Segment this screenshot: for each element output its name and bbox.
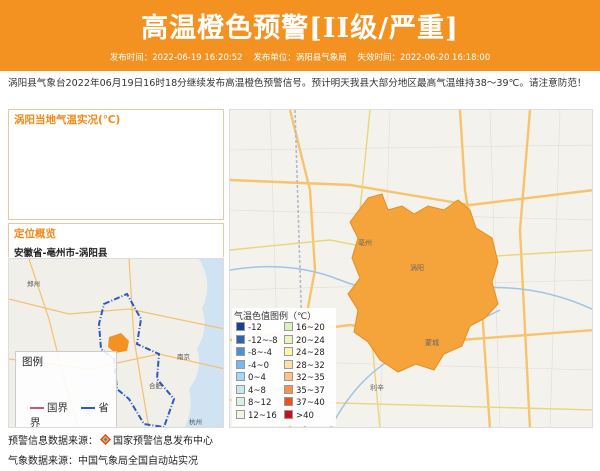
- temp-legend-label: -12~-8: [248, 335, 278, 346]
- temp-legend-item: -12~-8: [236, 334, 278, 347]
- temp-legend-swatch: [284, 384, 293, 394]
- temp-legend-label: >40: [296, 410, 314, 421]
- warning-description: 涡阳县气象台2022年06月19日16时18分继续发布高温橙色预警信号。预计明天…: [8, 78, 587, 89]
- mini-map-label-nanjing: 南京: [177, 352, 191, 361]
- temp-legend-item: -12: [236, 322, 262, 334]
- temp-legend-item: 20~24: [284, 334, 325, 347]
- warning-source: 预警信息数据来源： 国家预警信息发布中心: [8, 432, 213, 447]
- legend-items: 国界 省界: [30, 400, 116, 428]
- warning-header: 高温橙色预警[II级/严重] 发布时间：2022-06-19 16:20:52 …: [0, 0, 600, 71]
- temp-legend-swatch: [284, 347, 293, 356]
- weather-data-source: 气象数据来源：中国气象局全国自动站实况: [8, 456, 198, 467]
- warning-center-logo-icon: [100, 434, 111, 445]
- location-path: 安徽省-亳州市-涡阳县: [14, 248, 108, 259]
- temp-legend-label: -8~-4: [248, 348, 273, 358]
- temp-legend-label: 24~28: [296, 348, 325, 358]
- publish-time: 发布时间：2022-06-19 16:20:52: [109, 53, 243, 63]
- warning-title: 高温橙色预警[II级/严重]: [141, 13, 459, 44]
- temp-legend-item: -4~0: [236, 359, 270, 372]
- temp-legend-swatch: [236, 334, 245, 344]
- national-border-swatch: [30, 407, 44, 409]
- warning-meta: 发布时间：2022-06-19 16:20:52 发布单位：涡阳县气象局 失效时…: [0, 51, 600, 63]
- overview-mini-map[interactable]: 郑州 合肥 杭州 南京 图例 国界 省界: [8, 258, 224, 428]
- temp-legend-item: 35~37: [284, 384, 325, 397]
- temp-legend-label: -12: [248, 323, 262, 333]
- temp-legend-label: 12~16: [248, 410, 277, 421]
- temp-legend-swatch: [236, 384, 245, 394]
- location-panel: 定位概览 安徽省-亳州市-涡阳县: [8, 223, 224, 259]
- temp-legend-item: 8~12: [236, 397, 271, 409]
- temp-legend-swatch: [236, 322, 245, 331]
- temp-legend-swatch: [284, 397, 293, 406]
- mini-map-legend: 图例 国界 省界: [15, 351, 117, 428]
- temp-legend-swatch: [236, 372, 245, 381]
- main-map-label-woyang: 涡阳: [410, 263, 424, 272]
- temp-legend-swatch: [284, 334, 293, 344]
- location-panel-title: 定位概览: [14, 228, 56, 240]
- temp-legend-swatch: [236, 397, 245, 406]
- main-map-label-bozhou: 亳州: [358, 238, 372, 247]
- temp-legend-label: 16~20: [296, 323, 325, 333]
- temp-legend-item: 12~16: [236, 409, 277, 422]
- temp-legend-swatch: [284, 372, 293, 381]
- temp-legend-item: 0~4: [236, 372, 266, 384]
- temp-legend-swatch: [284, 322, 293, 331]
- temp-legend-swatch: [284, 359, 293, 369]
- national-border-label: 国界: [47, 402, 68, 414]
- main-map-label-mengcheng: 蒙城: [425, 338, 439, 347]
- temp-legend-item: 32~35: [284, 372, 325, 384]
- temp-legend-swatch: [236, 359, 245, 369]
- temp-legend-label: -4~0: [248, 360, 270, 371]
- temp-legend-item: >40: [284, 409, 314, 422]
- temp-legend-swatch: [284, 409, 293, 419]
- temp-legend-swatch: [236, 347, 245, 356]
- main-map-label-lixin: 利辛: [370, 383, 384, 392]
- warning-source-label: 预警信息数据来源：: [8, 436, 98, 447]
- temp-legend-label: 37~40: [296, 398, 325, 408]
- provincial-border-label: 省界: [30, 402, 109, 428]
- temp-legend-label: 4~8: [248, 385, 266, 396]
- mini-map-label-hangzhou: 杭州: [189, 417, 202, 426]
- temperature-panel: 涡阳当地气温实况(℃): [8, 109, 224, 220]
- provincial-border-swatch: [81, 407, 96, 409]
- temp-legend-label: 32~35: [296, 373, 325, 383]
- temp-legend-label: 20~24: [296, 335, 325, 346]
- temp-legend-label: 8~12: [248, 398, 272, 408]
- temp-legend-label: 0~4: [248, 373, 266, 383]
- legend-title: 图例: [22, 356, 43, 368]
- temp-legend-item: 16~20: [284, 322, 325, 334]
- temp-legend-title: 气温色值图例（℃）: [234, 312, 317, 322]
- temp-legend-label: 35~37: [296, 385, 325, 396]
- temp-legend-item: 24~28: [284, 347, 325, 359]
- warning-source-name: 国家预警信息发布中心: [113, 436, 213, 447]
- mini-map-label-zhengzhou: 郑州: [27, 280, 40, 288]
- temp-legend-label: 28~32: [296, 360, 325, 371]
- mini-map-label-hefei: 合肥: [149, 381, 163, 390]
- publisher: 发布单位：涡阳县气象局: [253, 53, 347, 63]
- temp-legend-swatch: [236, 409, 245, 419]
- temperature-panel-title: 涡阳当地气温实况(℃): [14, 114, 121, 126]
- expire-time: 失效时间：2022-06-20 16:18:00: [357, 53, 491, 63]
- temp-legend-item: 28~32: [284, 359, 325, 372]
- temp-legend-item: 37~40: [284, 397, 325, 409]
- temperature-color-legend: 气温色值图例（℃） -12 16~20 -12~-8 20~24 -8~-4 24~28 -…: [232, 308, 336, 426]
- temp-legend-item: -8~-4: [236, 347, 272, 359]
- temp-legend-item: 4~8: [236, 384, 266, 397]
